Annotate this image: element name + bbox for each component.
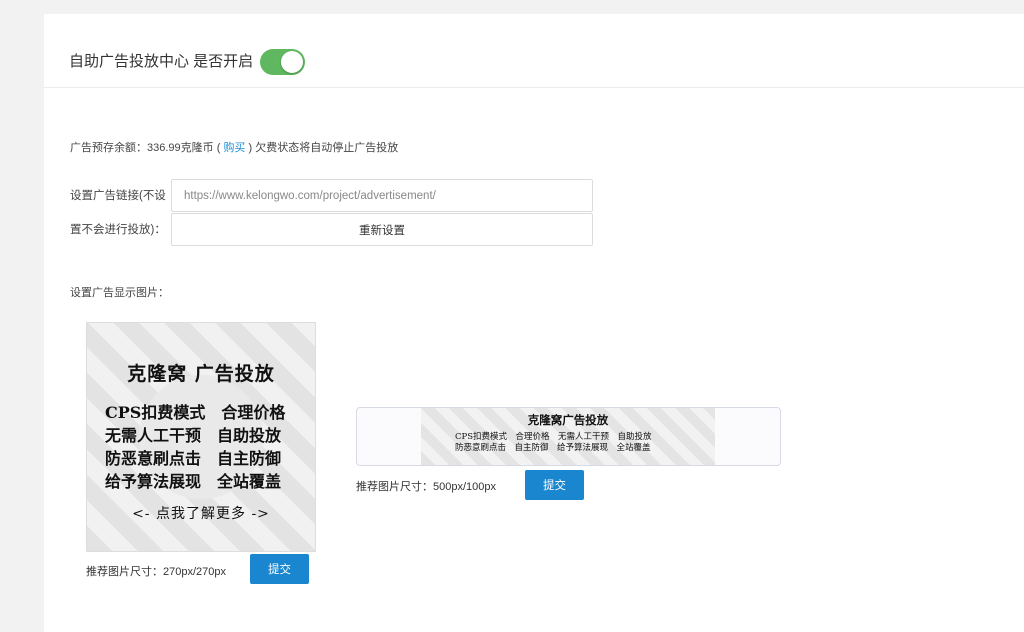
- ad-square-line: 防恶意刷点击 自主防御: [105, 449, 282, 468]
- page-title: 自助广告投放中心 是否开启: [69, 53, 254, 70]
- link-label-line2: 置不会进行投放)：: [70, 224, 166, 236]
- ad-square-lines: CPS扣费模式 合理价格 无需人工干预 自助投放 防恶意刷点击 自主防御 给予算…: [105, 401, 305, 493]
- balance-info: 广告预存余额：336.99克隆币 ( 购买 ) 欠费状态将自动停止广告投放: [70, 139, 398, 155]
- ad-square-line: CPS扣费模式 合理价格: [105, 403, 286, 422]
- ad-link-input[interactable]: [171, 179, 593, 212]
- ad-center-panel: 自助广告投放中心 是否开启 广告预存余额：336.99克隆币 ( 购买 ) 欠费…: [44, 14, 1024, 632]
- panel-header: 自助广告投放中心 是否开启: [44, 14, 1024, 88]
- ad-banner-image: 克隆窝广告投放 CPS扣费模式 合理价格 无需人工干预 自助投放 防恶意刷点击 …: [421, 408, 715, 465]
- ad-square-line: 给予算法展现 全站覆盖: [105, 472, 282, 491]
- image-section-label: 设置广告显示图片：: [70, 287, 169, 299]
- balance-text: 广告预存余额：336.99克隆币 (: [70, 142, 221, 154]
- banner-submit-button[interactable]: 提交: [525, 470, 584, 500]
- ad-square-title: 克隆窝 广告投放: [127, 363, 275, 385]
- toggle-knob: [281, 51, 303, 73]
- ad-square-line: 无需人工干预 自助投放: [105, 426, 282, 445]
- ad-image-square[interactable]: 克隆窝 广告投放 CPS扣费模式 合理价格 无需人工干预 自助投放 防恶意刷点击…: [86, 322, 316, 552]
- link-label-line1: 设置广告链接(不设: [70, 190, 166, 202]
- ad-banner-line: CPS扣费模式 合理价格 无需人工干预 自助投放: [455, 432, 652, 442]
- ad-banner-lines: CPS扣费模式 合理价格 无需人工干预 自助投放 防恶意刷点击 自主防御 给予算…: [455, 432, 652, 454]
- ad-image-banner[interactable]: 克隆窝广告投放 CPS扣费模式 合理价格 无需人工干预 自助投放 防恶意刷点击 …: [356, 407, 781, 466]
- balance-note: ) 欠费状态将自动停止广告投放: [248, 142, 399, 154]
- ad-banner-title: 克隆窝广告投放: [527, 413, 609, 427]
- buy-link[interactable]: 购买: [223, 142, 245, 154]
- reset-button[interactable]: 重新设置: [171, 213, 593, 246]
- ad-square-more: <- 点我了解更多 ->: [132, 506, 270, 522]
- ad-banner-line: 防恶意刷点击 自主防御 给予算法展现 全站覆盖: [455, 443, 651, 453]
- enable-toggle[interactable]: [260, 49, 305, 75]
- square-submit-button[interactable]: 提交: [250, 554, 309, 584]
- banner-size-hint: 推荐图片尺寸：500px/100px: [356, 481, 496, 493]
- square-size-hint: 推荐图片尺寸：270px/270px: [86, 566, 226, 578]
